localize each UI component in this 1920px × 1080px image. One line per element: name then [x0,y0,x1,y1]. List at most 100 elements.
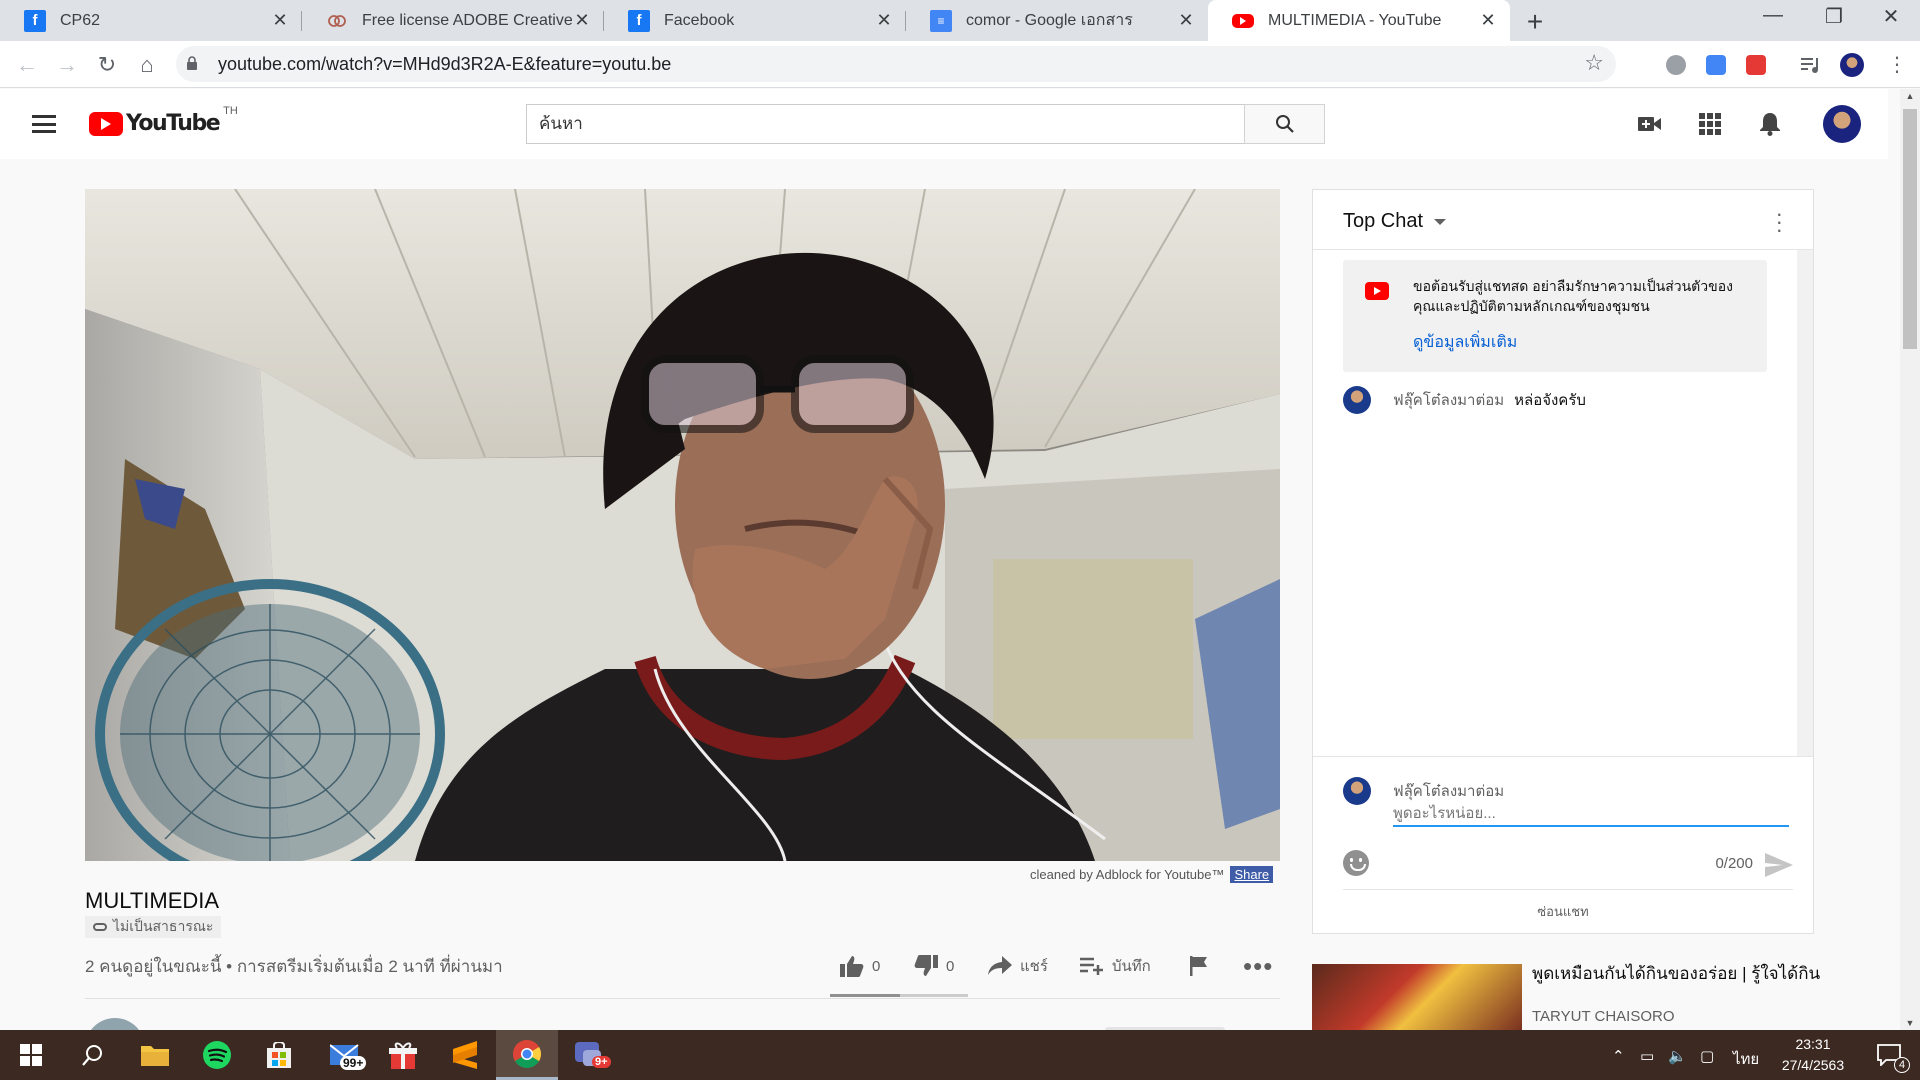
back-button[interactable]: ← [12,50,42,80]
forward-button[interactable]: → [52,50,82,80]
browser-tab-facebook[interactable]: f Facebook ✕ [604,0,906,41]
sentiment-bar [830,994,968,997]
scrollbar-thumb[interactable] [1903,109,1917,349]
clock-time: 23:31 [1795,1036,1831,1052]
youtube-icon [1232,13,1254,28]
adblock-youtube-icon[interactable] [1746,55,1766,75]
page-scrollbar[interactable]: ▲ ▼ [1900,89,1920,1030]
taskbar-search-button[interactable] [62,1030,124,1080]
action-center-button[interactable]: 4 [1858,1030,1920,1080]
file-explorer-button[interactable] [124,1030,186,1080]
windows-logo-icon [20,1044,42,1066]
profile-avatar[interactable] [1840,53,1864,77]
browser-tab-google-docs[interactable]: ≡ comor - Google เอกสาร ✕ [906,0,1208,41]
create-video-icon[interactable] [1637,111,1663,137]
chat-app-button[interactable]: 9+ [558,1030,620,1080]
live-chat-panel: Top Chat · · · ขอต้อนรับสู่แชทสด อย่าลืมรั… [1312,189,1814,934]
chat-author: ฟลุ๊คโต๋ลงมาต่อม [1393,392,1505,409]
show-hidden-icons[interactable]: ⌃ [1612,1047,1625,1065]
account-avatar[interactable] [1823,105,1861,143]
close-tab-icon[interactable]: ✕ [1478,10,1498,31]
apps-grid-icon[interactable] [1697,111,1723,137]
chat-input[interactable] [1393,801,1789,827]
like-button[interactable]: 0 [840,952,880,980]
video-player[interactable] [85,189,1280,861]
language-indicator[interactable]: ไทย [1733,1047,1759,1071]
send-icon[interactable] [1765,853,1793,877]
youtube-logo[interactable]: YouTube TH [89,105,238,136]
char-count: 0/200 [1715,855,1753,872]
search-button[interactable] [1244,104,1325,144]
browser-tab-youtube[interactable]: MULTIMEDIA - YouTube ✕ [1208,0,1510,41]
dropdown-caret-icon[interactable] [1434,219,1446,225]
learn-more-link[interactable]: ดูข้อมูลเพิ่มเติม [1413,330,1517,355]
browser-tab-strip: f CP62 ✕ Free license ADOBE Creative Clo… [0,0,1920,41]
creative-cloud-icon [326,10,348,32]
new-tab-button[interactable]: + [1520,6,1550,38]
gift-app-button[interactable] [372,1030,434,1080]
notifications-bell-icon[interactable] [1757,111,1783,137]
minimize-button[interactable]: — [1750,4,1796,27]
notification-count: 4 [1894,1057,1910,1073]
chat-welcome-banner: ขอต้อนรับสู่แชทสด อย่าลืมรักษาความเป็นส่… [1343,260,1767,372]
start-button[interactable] [0,1030,62,1080]
chat-mode-dropdown[interactable]: Top Chat [1343,210,1423,233]
chat-scrollbar[interactable] [1797,250,1813,756]
extension-globe-icon[interactable] [1666,55,1686,75]
video-thumbnail[interactable] [1312,964,1522,1030]
emoji-icon[interactable] [1343,850,1369,876]
close-tab-icon[interactable]: ✕ [874,10,894,31]
reload-button[interactable]: ↻ [92,50,122,80]
bookmark-star-icon[interactable]: ☆ [1584,50,1604,76]
close-tab-icon[interactable]: ✕ [1176,10,1196,31]
store-button[interactable] [248,1030,310,1080]
recommended-channel[interactable]: TARYUT CHAISORO [1532,1008,1675,1025]
address-bar[interactable]: youtube.com/watch?v=MHd9d3R2A-E&feature=… [176,46,1616,82]
gift-icon [389,1042,417,1069]
user-avatar [1343,777,1371,805]
spotify-button[interactable] [186,1030,248,1080]
save-button[interactable]: บันทึก [1080,952,1151,980]
dislike-button[interactable]: 0 [914,952,954,980]
browser-tab-cp62[interactable]: f CP62 ✕ [0,0,302,41]
video-frame [85,189,1280,861]
scroll-up-arrow[interactable]: ▲ [1900,91,1920,101]
home-button[interactable]: ⌂ [132,50,162,80]
recommended-title[interactable]: พูดเหมือนกันได้กินของอร่อย | รู้ใจได้กิน [1532,964,1822,984]
chat-more-icon[interactable]: · · · [1776,203,1783,241]
sentiment-bar-fill [830,994,900,997]
battery-icon[interactable]: ▭ [1640,1047,1654,1065]
adblock-share-button[interactable]: Share [1230,866,1274,883]
mail-badge: 99+ [340,1056,367,1070]
link-icon [93,923,107,931]
url-text: youtube.com/watch?v=MHd9d3R2A-E&feature=… [218,54,672,74]
search-input[interactable] [527,105,1244,143]
google-translate-icon[interactable] [1706,55,1726,75]
system-clock[interactable]: 23:31 27/4/2563 [1768,1034,1858,1076]
close-tab-icon[interactable]: ✕ [572,10,592,31]
chat-text: หล่อจังครับ [1514,392,1586,409]
search-box[interactable] [526,104,1244,144]
media-controls-icon[interactable] [1800,55,1820,75]
spotify-icon [203,1041,231,1069]
scroll-down-arrow[interactable]: ▼ [1900,1018,1920,1028]
chrome-taskbar-button[interactable] [496,1030,558,1080]
chrome-menu-icon[interactable]: ⋮ [1882,50,1912,80]
volume-icon[interactable]: 🔈 [1668,1047,1687,1065]
hide-chat-button[interactable]: ซ่อนแชท [1313,901,1813,922]
flag-icon [1190,956,1207,976]
sublime-text-button[interactable] [434,1030,496,1080]
close-tab-icon[interactable]: ✕ [270,10,290,31]
browser-tab-adobe[interactable]: Free license ADOBE Creative Clou ✕ [302,0,604,41]
divider [85,998,1280,999]
restore-button[interactable]: ❐ [1811,4,1857,29]
menu-icon[interactable] [32,115,56,133]
share-button[interactable]: แชร์ [988,952,1048,980]
close-window-button[interactable]: ✕ [1868,4,1914,29]
welcome-message: ขอต้อนรับสู่แชทสด อย่าลืมรักษาความเป็นส่… [1413,278,1733,314]
recommended-video[interactable]: พูดเหมือนกันได้กินของอร่อย | รู้ใจได้กิน… [1312,964,1832,1030]
chat-message[interactable]: ฟลุ๊คโต๋ลงมาต่อม หล่อจังครับ [1343,385,1586,415]
report-button[interactable] [1190,952,1208,980]
more-actions-icon[interactable]: ••• [1243,951,1273,981]
network-icon[interactable]: ▢ [1700,1047,1714,1065]
